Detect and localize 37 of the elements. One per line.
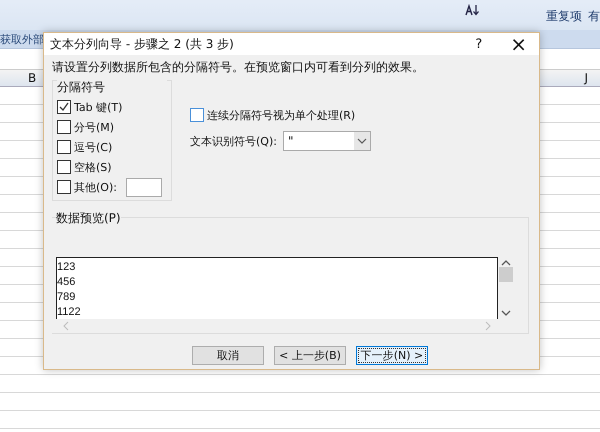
- checkbox[interactable]: [57, 100, 71, 114]
- checkbox-label[interactable]: Tab 键(T): [74, 100, 122, 114]
- dialog-button[interactable]: 取消: [192, 346, 264, 365]
- window-title: 文本分列向导 - 步骤之 2 (共 3 步): [50, 36, 235, 52]
- checkbox-label[interactable]: 连续分隔符号视为单个处理(R): [207, 108, 356, 122]
- scroll-up-icon[interactable]: [500, 259, 512, 267]
- caret-icon: [354, 132, 370, 150]
- dialog-button[interactable]: < 上一步(B): [274, 346, 346, 365]
- scroll-down-icon[interactable]: [500, 309, 512, 317]
- preview-row-text: 456: [57, 275, 76, 290]
- help-button[interactable]: ?: [475, 36, 482, 52]
- column-header[interactable]: J: [584, 71, 588, 85]
- instruction-text: 请设置分列数据所包含的分隔符号。在预览窗口内可看到分列的效果。: [52, 59, 425, 76]
- checkbox[interactable]: [190, 108, 204, 122]
- sort-icon[interactable]: [465, 4, 481, 16]
- qualifier-dropdown[interactable]: ": [282, 131, 371, 151]
- checkbox[interactable]: [57, 140, 71, 154]
- checkbox[interactable]: [57, 120, 71, 134]
- ribbon-group-label: 获取外部: [0, 32, 44, 46]
- preview-row-text: 789: [57, 290, 76, 305]
- column-header[interactable]: B: [28, 71, 36, 85]
- field-label: 文本识别符号(Q):: [190, 134, 277, 148]
- group-legend: 分隔符号: [57, 79, 167, 96]
- checkbox-label[interactable]: 逗号(C): [74, 140, 112, 154]
- preview-row-text: 123: [57, 260, 76, 275]
- preview-row-text: 1122: [57, 305, 82, 320]
- checkbox-label[interactable]: 空格(S): [74, 160, 112, 174]
- checkbox-label[interactable]: 分号(M): [74, 120, 114, 134]
- input-field[interactable]: [126, 178, 162, 196]
- group-legend: 数据预览(P): [56, 210, 121, 227]
- close-button[interactable]: ×: [510, 34, 527, 54]
- ribbon-command[interactable]: 有: [588, 8, 600, 25]
- checkbox[interactable]: [57, 160, 71, 174]
- checkbox[interactable]: [57, 180, 71, 194]
- checkbox-label[interactable]: 其他(O):: [74, 180, 117, 194]
- ribbon-command[interactable]: 重复项: [546, 8, 582, 25]
- dialog-button[interactable]: 下一步(N) >: [356, 346, 428, 365]
